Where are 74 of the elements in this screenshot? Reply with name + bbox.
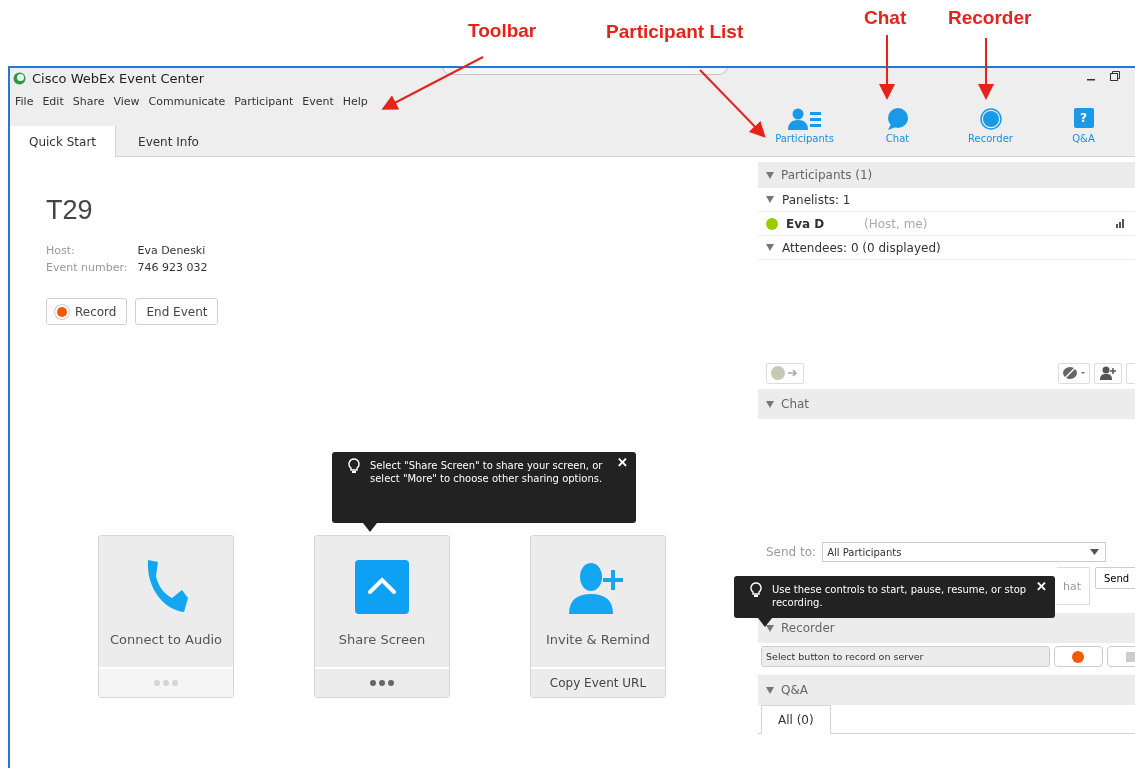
add-panelist-button[interactable]: [1094, 362, 1122, 384]
triangle-icon[interactable]: [766, 400, 774, 408]
card-label: Connect to Audio: [110, 632, 222, 647]
window-title: Cisco WebEx Event Center: [32, 70, 205, 86]
stop-icon: [1125, 651, 1135, 662]
callout-arrow: [879, 34, 895, 100]
tab[interactable]: Event Info: [116, 126, 221, 157]
triangle-icon[interactable]: [766, 624, 774, 632]
card-label: Invite & Remind: [545, 632, 651, 647]
qa-tab[interactable]: All (0): [761, 705, 831, 734]
recipient-dropdown[interactable]: All Participants: [822, 542, 1107, 562]
copy-url-link[interactable]: Copy Event URL: [549, 676, 647, 690]
card-label: Share Screen: [338, 632, 426, 647]
callout-label: Toolbar: [468, 20, 537, 42]
menu-item[interactable]: Help: [342, 95, 368, 111]
question-icon: ?: [1073, 108, 1094, 128]
app-logo-icon: [13, 71, 26, 85]
muted-chat-icon: [1062, 366, 1086, 380]
menu-item[interactable]: Edit: [42, 95, 64, 111]
record-dot-icon: [1072, 650, 1085, 663]
menu-item[interactable]: File: [15, 95, 34, 111]
tooltip-text: Use these controls to start, pause, resume, or stop recording.: [772, 584, 1027, 608]
section-header[interactable]: Q&A: [758, 675, 1135, 705]
add-person-icon: [1100, 366, 1116, 380]
callout-arrow: [699, 69, 766, 138]
lightbulb-icon: [750, 582, 762, 598]
drag-handle[interactable]: [442, 68, 728, 75]
tooltip-text: Select "Share Screen" to share your screen, or select "More" to choose other sharing options.: [370, 460, 603, 484]
detail-label: Host:: [46, 244, 76, 257]
speech-bubble-icon: [886, 108, 909, 130]
restore-icon[interactable]: [1110, 71, 1120, 81]
lightbulb-icon: [348, 458, 360, 474]
send-to-label: Send to:: [766, 545, 817, 559]
signal-bars-icon: [1116, 219, 1124, 228]
tab[interactable]: Quick Start: [10, 126, 116, 157]
end-event-button[interactable]: End Event: [135, 298, 219, 325]
send-button[interactable]: Send: [1095, 567, 1135, 589]
callout-label: Recorder: [948, 7, 1032, 29]
detail-label: Event number:: [46, 261, 128, 274]
callout-label: Chat: [864, 7, 907, 29]
dropdown-caret-icon: [1090, 549, 1100, 555]
circle-arrow-icon: [770, 366, 800, 380]
participant-row[interactable]: Eva D (Host, me): [758, 212, 1135, 236]
triangle-icon[interactable]: [766, 244, 774, 251]
section-header[interactable]: Chat: [758, 389, 1135, 419]
chat-input[interactable]: hat: [1057, 567, 1090, 605]
action-card[interactable]: Share Screen: [314, 535, 450, 698]
menu-item[interactable]: Communicate: [148, 95, 226, 111]
record-icon: [979, 108, 1002, 130]
menu-item[interactable]: Share: [72, 95, 105, 111]
action-card[interactable]: Connect to Audio: [98, 535, 234, 698]
triangle-icon[interactable]: [766, 686, 774, 694]
section-header[interactable]: Participants (1): [758, 162, 1135, 188]
callout-label: Participant List: [606, 21, 744, 43]
record-dot-icon: [57, 306, 67, 317]
recorder-status-field: Select button to record on server: [761, 646, 1051, 667]
more-icon[interactable]: [370, 680, 394, 686]
record-button[interactable]: Record: [46, 298, 128, 325]
share-screen-icon: [355, 560, 409, 614]
mute-menu-button[interactable]: [1058, 362, 1090, 384]
triangle-icon[interactable]: [766, 196, 774, 203]
people-list-icon: [787, 108, 822, 130]
record-button[interactable]: [1054, 646, 1103, 667]
triangle-icon[interactable]: [766, 171, 774, 179]
group-label: Panelists: 1: [782, 192, 851, 207]
menu-item[interactable]: Event: [302, 95, 334, 111]
detail-value: 746 923 032: [137, 261, 209, 274]
detail-value: Eva Deneski: [137, 244, 207, 257]
action-card[interactable]: Invite & Remind Copy Event URL: [530, 535, 666, 698]
menu-item[interactable]: Participant: [234, 95, 294, 111]
group-label: Attendees: 0 (0 displayed): [782, 240, 941, 255]
event-title: T29: [46, 195, 94, 226]
menu-item[interactable]: View: [113, 95, 140, 111]
callout-arrow: [978, 37, 994, 100]
